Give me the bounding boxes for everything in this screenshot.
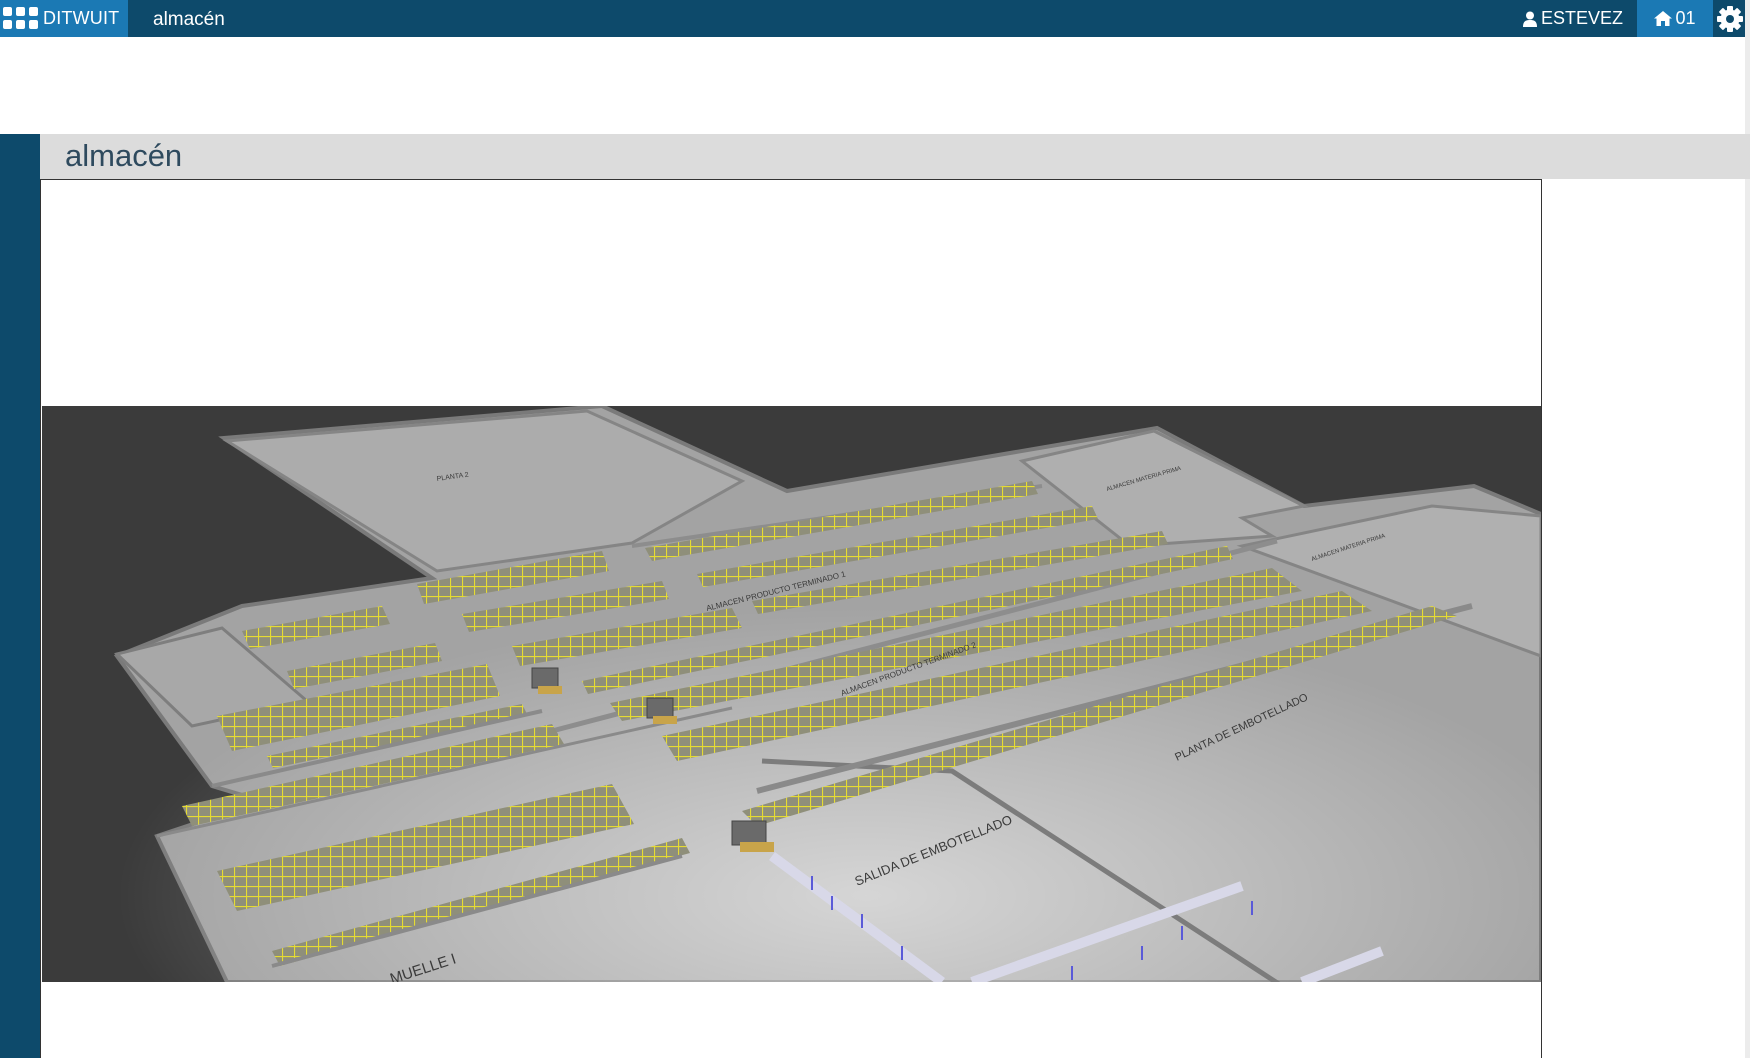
settings-gear-icon[interactable] [1716, 5, 1744, 33]
app-grid-icon [3, 6, 38, 31]
home-icon [1654, 11, 1673, 26]
warehouse-3d-render[interactable]: PLANTA 2 ALMACEN PRODUCTO TERMINADO 1 AL… [42, 406, 1541, 982]
home-button[interactable]: 01 [1637, 0, 1713, 37]
home-label: 01 [1675, 8, 1696, 28]
app-launcher-button[interactable]: DITWUIT [0, 0, 128, 37]
breadcrumb[interactable]: almacén [153, 0, 225, 37]
page-title: almacén [65, 138, 183, 173]
user-icon [1523, 11, 1537, 27]
warehouse-viewer-frame: PLANTA 2 ALMACEN PRODUCTO TERMINADO 1 AL… [40, 179, 1542, 1058]
page-header: almacén [40, 134, 1750, 179]
brand-label: DITWUIT [43, 8, 120, 28]
user-name: ESTEVEZ [1541, 8, 1624, 28]
user-menu[interactable]: ESTEVEZ [1523, 0, 1623, 37]
top-navigation-bar: DITWUIT almacén ESTEVEZ 01 [0, 0, 1750, 37]
left-sidebar [0, 134, 40, 1058]
